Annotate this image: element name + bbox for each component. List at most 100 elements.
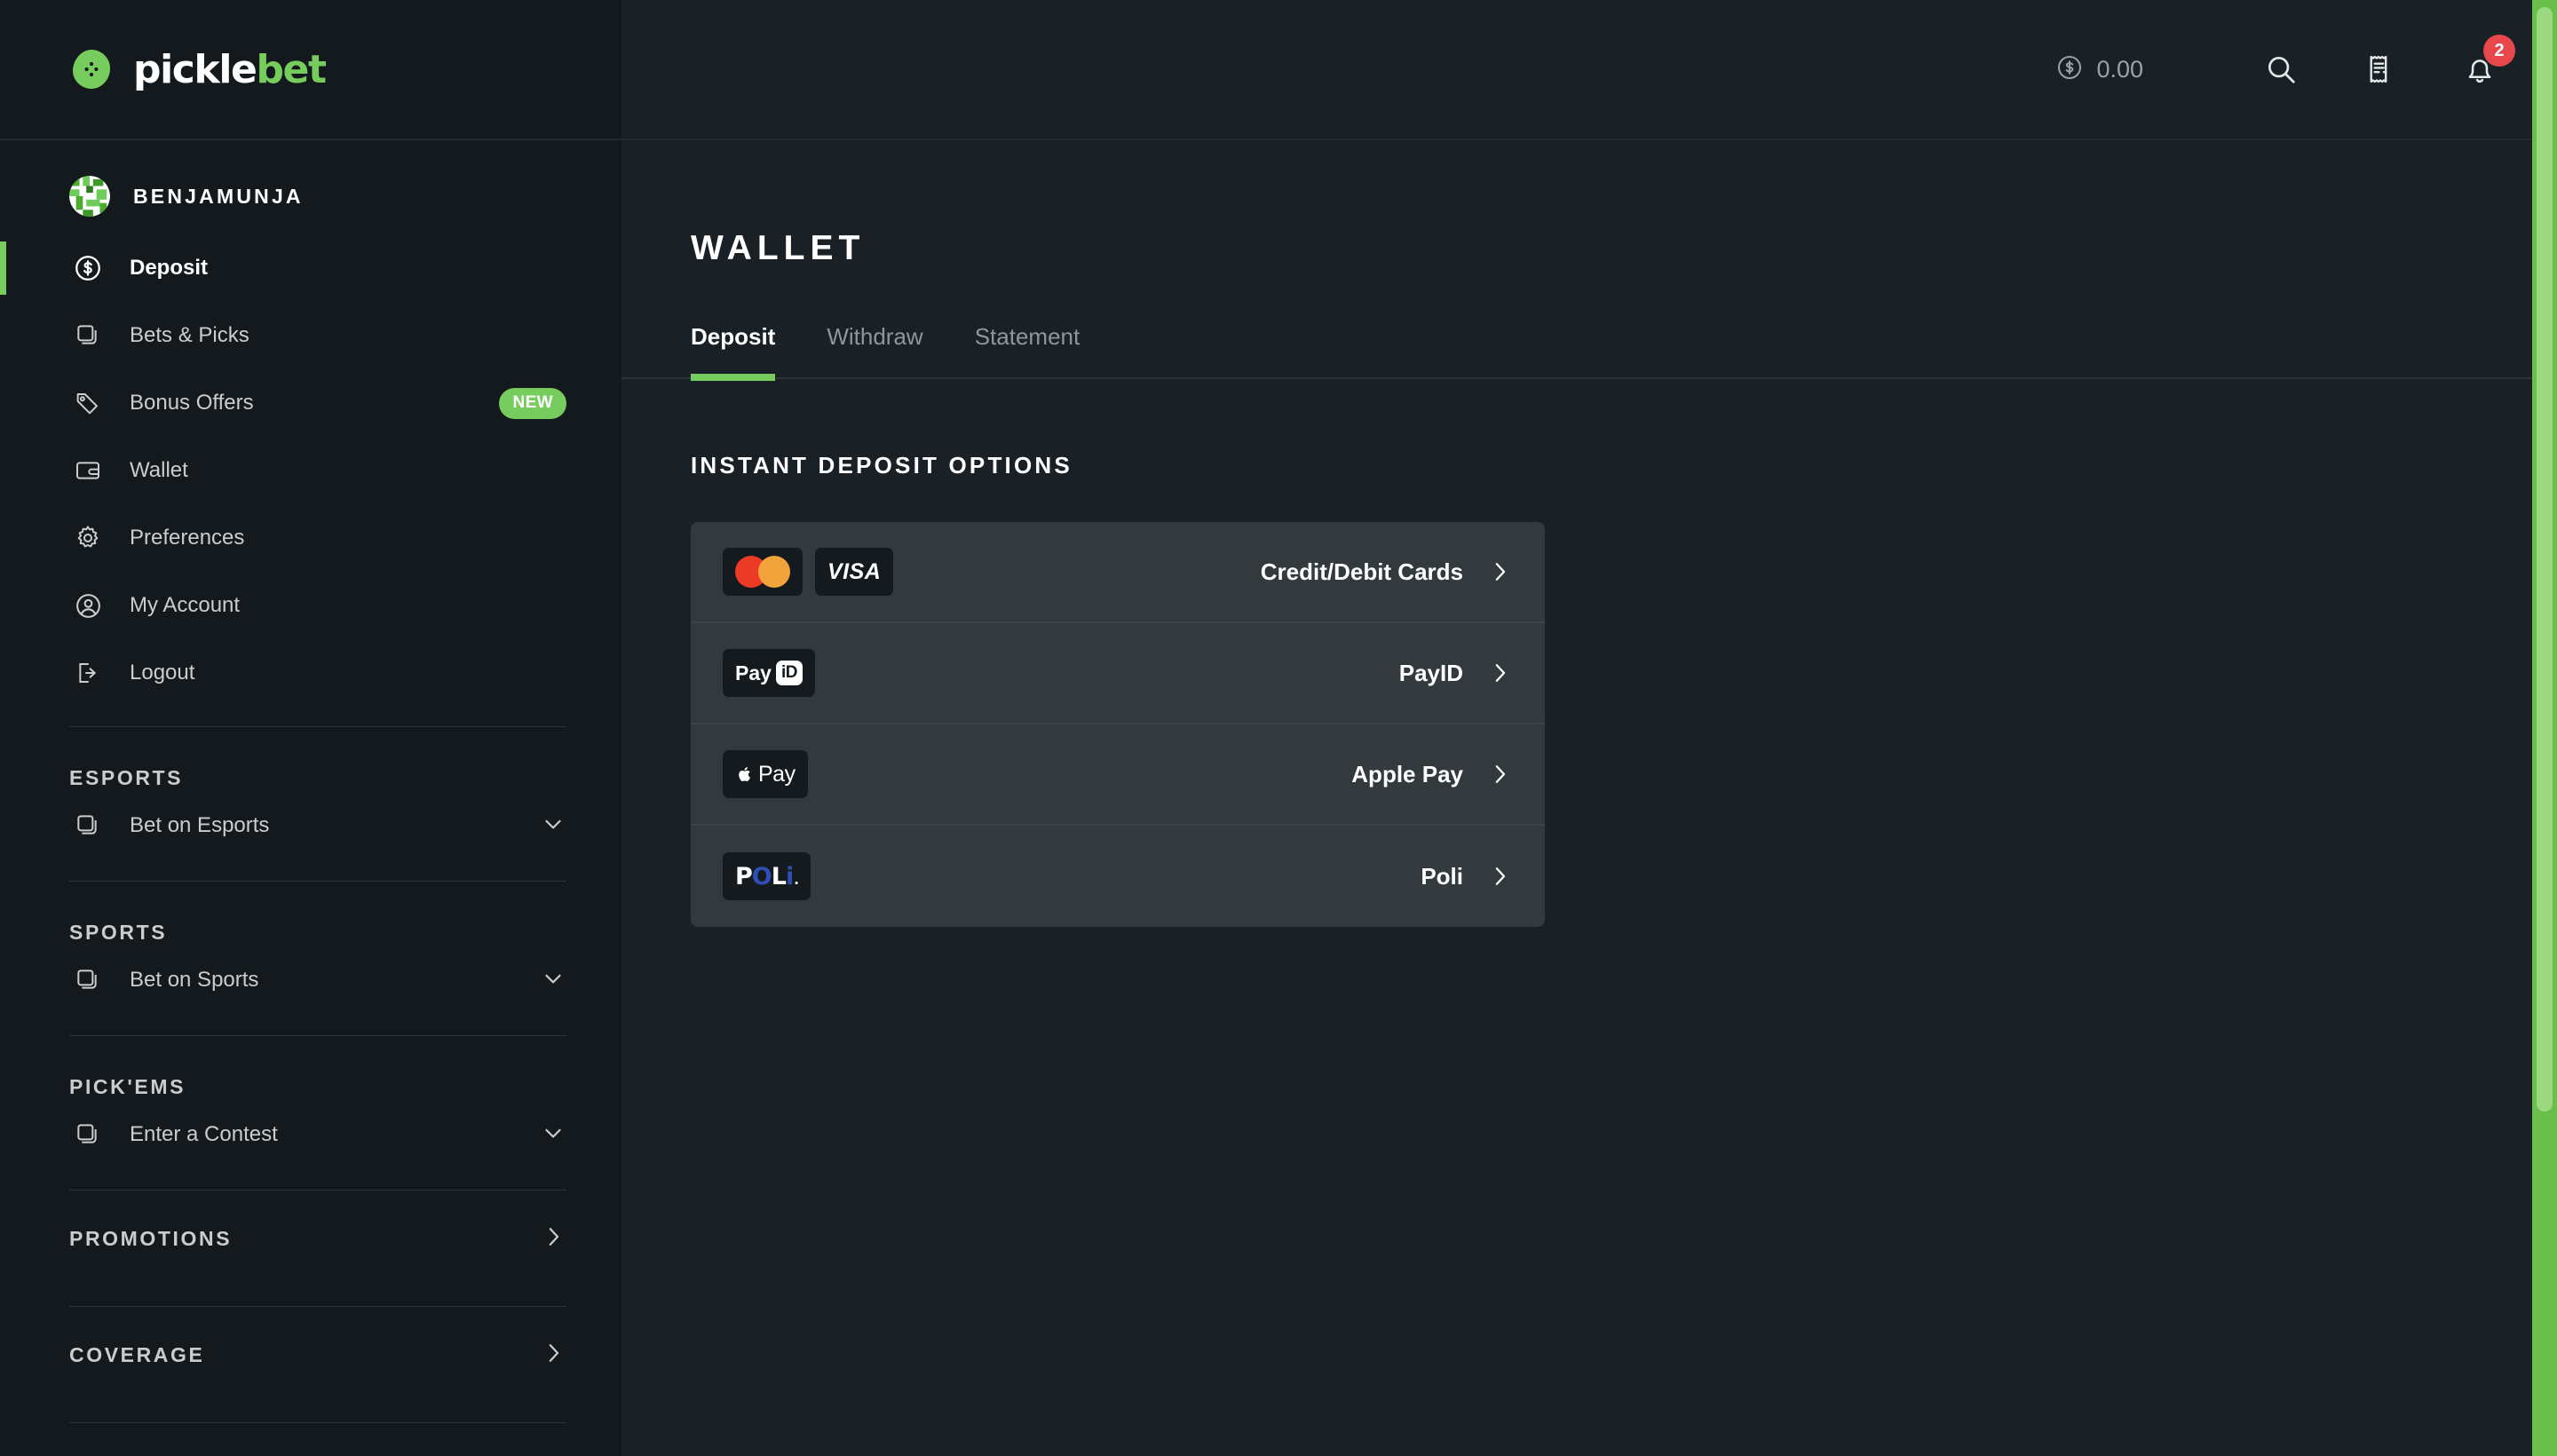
brand-word-pickle: pickle (133, 47, 256, 92)
username-label: BENJAMUNJA (133, 185, 304, 209)
chevron-right-icon (1486, 558, 1513, 585)
cards-stack-icon (69, 807, 107, 844)
logo-group: POLi. (723, 852, 811, 900)
sidebar-scroll-area: BENJAMUNJA Deposit (0, 140, 621, 1456)
chevron-down-icon[interactable] (540, 965, 566, 996)
sidebar-item-label: Bet on Esports (130, 813, 540, 838)
chevron-down-icon[interactable] (540, 1120, 566, 1151)
poli-logo-p: P (735, 863, 752, 890)
poli-logo-dot: . (794, 872, 798, 888)
chevron-right-icon (1486, 660, 1513, 686)
logout-icon (69, 654, 107, 692)
tab-deposit[interactable]: Deposit (691, 323, 775, 377)
status-badge: NEW (499, 388, 566, 419)
sidebar-item-preferences[interactable]: Preferences (0, 504, 621, 572)
sidebar-item-label: Deposit (130, 256, 566, 281)
sidebar-item-bonus-offers[interactable]: Bonus Offers NEW (0, 369, 621, 437)
deposit-option-label: PayID (1399, 660, 1463, 687)
chevron-right-icon (540, 1340, 566, 1371)
chevron-down-icon[interactable] (540, 811, 566, 842)
sidebar-item-wallet[interactable]: Wallet (0, 437, 621, 504)
visa-logo-text: VISA (827, 559, 881, 585)
sidebar-item-bet-on-sports[interactable]: Bet on Sports (0, 945, 621, 1016)
sidebar-item-label: COVERAGE (69, 1343, 204, 1367)
betslip-receipt-icon[interactable] (2360, 49, 2401, 90)
deposit-option-label: Poli (1421, 863, 1463, 890)
wallet-icon (69, 452, 107, 489)
topbar: 0.00 2 (621, 0, 2557, 140)
circled-dollar-icon (2055, 53, 2084, 86)
cards-stack-icon (69, 1116, 107, 1153)
wallet-tabs: Deposit Withdraw Statement (691, 323, 2557, 377)
cards-stack-icon (69, 961, 107, 999)
sidebar-item-label: My Account (130, 593, 566, 618)
picklebet-pickle-icon (69, 47, 114, 91)
deposit-option-apple-pay[interactable]: Pay Apple Pay (691, 724, 1545, 826)
deposit-option-payid[interactable]: Pay iD PayID (691, 623, 1545, 724)
divider (69, 1422, 566, 1423)
sidebar-item-label: Wallet (130, 458, 566, 483)
sidebar-item-label: Preferences (130, 526, 566, 550)
poli-logo-o: O (752, 863, 772, 890)
logo-group: Pay iD (723, 649, 815, 697)
chevron-right-icon (1486, 761, 1513, 787)
deposit-option-label: Apple Pay (1351, 761, 1463, 788)
payid-logo-id-text: iD (776, 661, 803, 685)
sidebar-item-deposit[interactable]: Deposit (0, 234, 621, 302)
section-title-instant-deposit-options: INSTANT DEPOSIT OPTIONS (691, 452, 2557, 479)
sidebar-item-my-account[interactable]: My Account (0, 572, 621, 639)
poli-logo-i: i (786, 863, 793, 890)
sidebar-item-label: PROMOTIONS (69, 1227, 232, 1251)
mastercard-logo-icon (723, 548, 803, 596)
notification-count-badge: 2 (2483, 35, 2515, 67)
circled-dollar-icon (69, 249, 107, 287)
deposit-option-credit-debit-cards[interactable]: VISA Credit/Debit Cards (691, 522, 1545, 623)
user-circle-icon (69, 587, 107, 624)
gear-icon (69, 519, 107, 557)
sidebar-item-bet-on-esports[interactable]: Bet on Esports (0, 790, 621, 861)
tabs-divider (621, 377, 2557, 379)
poli-logo-l: L (772, 863, 786, 890)
tag-icon (69, 384, 107, 422)
page-title: WALLET (691, 229, 2557, 268)
tab-statement[interactable]: Statement (975, 323, 1081, 377)
deposit-option-poli[interactable]: POLi. Poli (691, 826, 1545, 927)
logo-group: Pay (723, 750, 808, 798)
sidebar-item-label: Bets & Picks (130, 323, 566, 348)
apple-pay-logo-icon: Pay (723, 750, 808, 798)
poli-logo-icon: POLi. (723, 852, 811, 900)
sidebar-item-label: Bet on Sports (130, 968, 540, 993)
balance-amount: 0.00 (2096, 56, 2143, 83)
brand-logo[interactable]: picklebet (0, 0, 621, 140)
sidebar-item-enter-a-contest[interactable]: Enter a Contest (0, 1099, 621, 1170)
app-root: picklebet (0, 0, 2557, 1456)
deposit-options-card: VISA Credit/Debit Cards (691, 522, 1545, 927)
sidebar-item-logout[interactable]: Logout (0, 639, 621, 707)
sidebar-item-promotions[interactable]: PROMOTIONS (0, 1191, 621, 1286)
sidebar: picklebet (0, 0, 621, 1456)
visa-logo-icon: VISA (815, 548, 893, 596)
payid-logo-icon: Pay iD (723, 649, 815, 697)
cards-stack-icon (69, 317, 107, 354)
scrollbar-thumb[interactable] (2537, 7, 2553, 1112)
tab-withdraw[interactable]: Withdraw (827, 323, 922, 377)
sidebar-user[interactable]: BENJAMUNJA (0, 160, 621, 234)
chevron-right-icon (540, 1223, 566, 1254)
balance-display[interactable]: 0.00 (2055, 53, 2143, 86)
section-heading-pickems: PICK'EMS (0, 1036, 621, 1099)
sidebar-item-coverage[interactable]: COVERAGE (0, 1307, 621, 1403)
deposit-option-label: Credit/Debit Cards (1261, 558, 1463, 586)
logo-group: VISA (723, 548, 893, 596)
section-heading-sports: SPORTS (0, 882, 621, 945)
sidebar-item-label: Bonus Offers (130, 391, 499, 415)
main-area: 0.00 2 (621, 0, 2557, 1456)
search-icon[interactable] (2260, 49, 2301, 90)
page-scrollbar[interactable] (2532, 0, 2557, 1456)
sidebar-item-bets-and-picks[interactable]: Bets & Picks (0, 302, 621, 369)
apple-pay-logo-text: Pay (758, 762, 796, 787)
bell-icon[interactable]: 2 (2459, 49, 2500, 90)
sidebar-item-label: Enter a Contest (130, 1122, 540, 1147)
payid-logo-pay-text: Pay (735, 661, 772, 685)
apple-icon (735, 764, 755, 784)
chevron-right-icon (1486, 863, 1513, 890)
